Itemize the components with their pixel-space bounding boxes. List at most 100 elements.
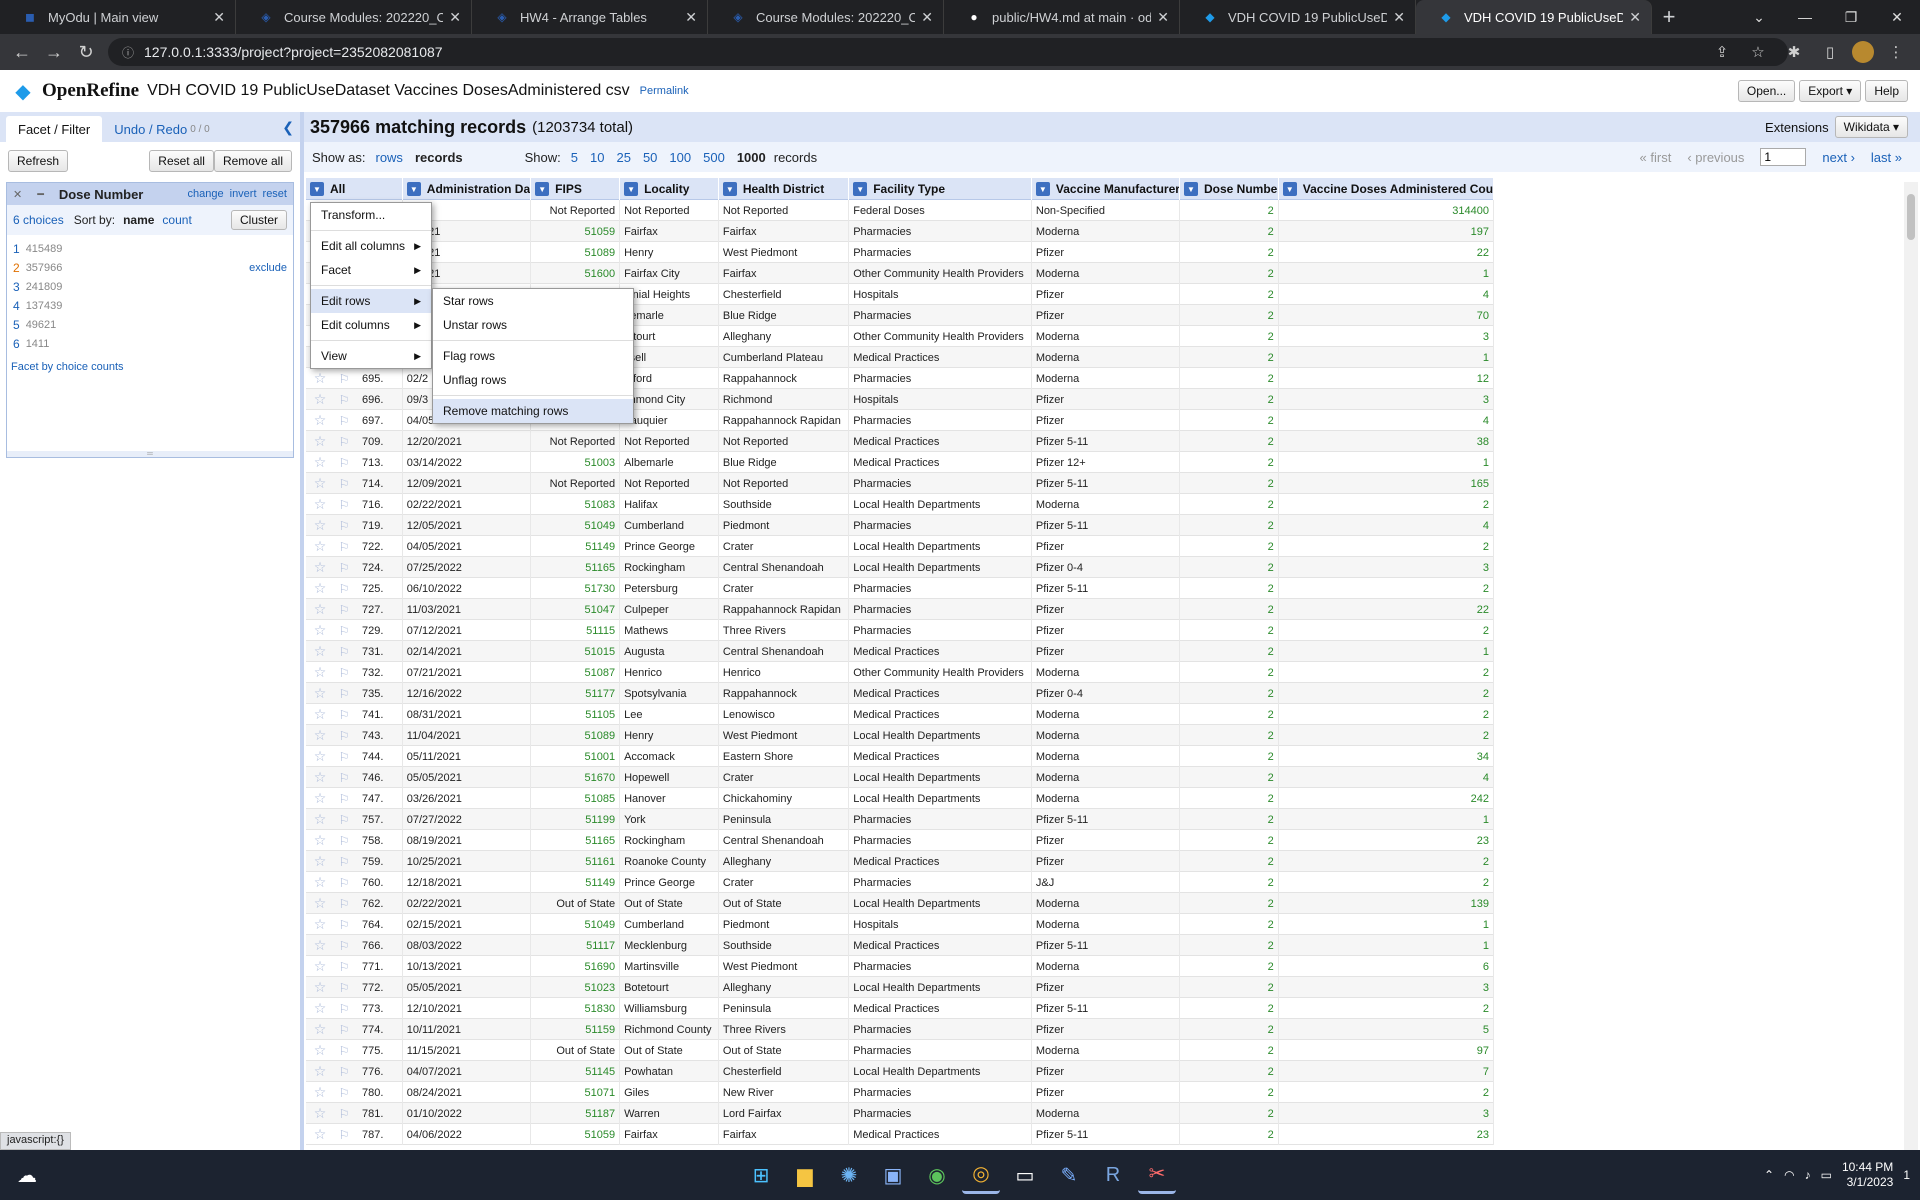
table-cell[interactable]: Medical Practices (849, 641, 1032, 662)
star-icon[interactable]: ☆ (308, 496, 332, 513)
table-cell[interactable]: Medical Practices (849, 431, 1032, 452)
menu-item[interactable]: Edit rows ▶ (311, 289, 431, 313)
table-cell[interactable]: 51830 (531, 998, 621, 1019)
table-cell[interactable]: 3 (1279, 977, 1494, 998)
facet-change-link[interactable]: change (188, 188, 224, 200)
restore-icon[interactable]: ❐ (1828, 0, 1874, 34)
table-cell[interactable]: Pfizer (1032, 242, 1180, 263)
table-cell[interactable]: 2 (1279, 704, 1494, 725)
minimize-icon[interactable]: — (1782, 0, 1828, 34)
table-cell[interactable]: 07/21/2021 (403, 662, 532, 683)
flag-icon[interactable]: ⚐ (332, 624, 356, 638)
flag-icon[interactable]: ⚐ (332, 750, 356, 764)
table-cell[interactable]: Lee (620, 704, 719, 725)
table-cell[interactable]: 51145 (531, 1061, 621, 1082)
table-cell[interactable]: 51087 (531, 662, 621, 683)
flag-icon[interactable]: ⚐ (332, 918, 356, 932)
table-cell[interactable]: J&J (1032, 872, 1180, 893)
table-cell[interactable]: Fairfax (719, 221, 850, 242)
table-cell[interactable]: Moderna (1032, 263, 1180, 284)
star-icon[interactable]: ☆ (308, 559, 332, 576)
close-tab-icon[interactable]: ✕ (921, 9, 933, 26)
table-cell[interactable]: Crater (719, 872, 850, 893)
table-cell[interactable]: Pharmacies (849, 578, 1032, 599)
star-icon[interactable]: ☆ (308, 370, 332, 387)
table-cell[interactable]: Crater (719, 536, 850, 557)
table-cell[interactable]: 2 (1180, 200, 1279, 221)
settings-app-icon[interactable]: ✺ (830, 1156, 868, 1194)
table-cell[interactable]: 23 (1279, 830, 1494, 851)
table-cell[interactable]: Fauquier (620, 410, 719, 431)
flag-icon[interactable]: ⚐ (332, 813, 356, 827)
table-cell[interactable]: Fairfax (719, 263, 850, 284)
table-cell[interactable]: 11/04/2021 (403, 725, 532, 746)
table-cell[interactable]: 2 (1180, 935, 1279, 956)
star-icon[interactable]: ☆ (308, 643, 332, 660)
table-cell[interactable]: 70 (1279, 305, 1494, 326)
table-cell[interactable]: Out of State (531, 1040, 621, 1061)
table-cell[interactable]: 2 (1180, 788, 1279, 809)
table-cell[interactable]: Central Shenandoah (719, 641, 850, 662)
flag-icon[interactable]: ⚐ (332, 771, 356, 785)
widgets-icon[interactable]: ☁ (8, 1156, 46, 1194)
table-cell[interactable]: 2 (1279, 872, 1494, 893)
table-cell[interactable]: 01/10/2022 (403, 1103, 532, 1124)
flag-icon[interactable]: ⚐ (332, 561, 356, 575)
flag-icon[interactable]: ⚐ (332, 981, 356, 995)
table-cell[interactable]: Medical Practices (849, 746, 1032, 767)
column-header[interactable]: ▼ Facility Type (849, 178, 1032, 200)
table-cell[interactable]: Crater (719, 578, 850, 599)
facet-choice-value[interactable]: 5 (13, 318, 20, 332)
table-cell[interactable]: 2 (1279, 725, 1494, 746)
table-cell[interactable]: 51015 (531, 641, 621, 662)
table-cell[interactable]: Not Reported (620, 473, 719, 494)
menu-item[interactable]: Transform... (311, 203, 431, 227)
close-tab-icon[interactable]: ✕ (1629, 9, 1641, 26)
table-cell[interactable]: Pfizer (1032, 536, 1180, 557)
table-cell[interactable]: West Piedmont (719, 242, 850, 263)
table-cell[interactable]: Three Rivers (719, 1019, 850, 1040)
table-cell[interactable]: 51187 (531, 1103, 621, 1124)
column-dropdown-icon[interactable]: ▼ (535, 182, 550, 196)
menu-item[interactable]: Star rows (433, 289, 633, 313)
table-cell[interactable]: 3 (1279, 1103, 1494, 1124)
table-cell[interactable]: Cumberland Plateau (719, 347, 850, 368)
table-cell[interactable]: Local Health Departments (849, 1061, 1032, 1082)
star-icon[interactable]: ☆ (308, 874, 332, 891)
notification-badge[interactable]: 1 (1903, 1168, 1910, 1182)
star-icon[interactable]: ☆ (308, 622, 332, 639)
browser-tab[interactable]: ◆ VDH COVID 19 PublicUseDataset ✕ (1180, 0, 1416, 34)
table-cell[interactable]: Mathews (620, 620, 719, 641)
table-cell[interactable]: 22 (1279, 242, 1494, 263)
table-cell[interactable]: 2 (1180, 578, 1279, 599)
table-cell[interactable]: Pfizer (1032, 599, 1180, 620)
table-cell[interactable]: Federal Doses (849, 200, 1032, 221)
table-cell[interactable]: Hanover (620, 788, 719, 809)
sort-by-name[interactable]: name (123, 213, 154, 227)
table-cell[interactable]: 197 (1279, 221, 1494, 242)
table-cell[interactable]: 51023 (531, 977, 621, 998)
table-cell[interactable]: 05/11/2021 (403, 746, 532, 767)
table-cell[interactable]: Pfizer (1032, 830, 1180, 851)
table-cell[interactable]: Pfizer (1032, 305, 1180, 326)
facet-choice[interactable]: 4 137439 (13, 296, 287, 315)
table-cell[interactable]: Not Reported (719, 200, 850, 221)
table-cell[interactable]: Pfizer 5-11 (1032, 473, 1180, 494)
table-cell[interactable]: 10/25/2021 (403, 851, 532, 872)
table-cell[interactable]: Out of State (719, 1040, 850, 1061)
flag-icon[interactable]: ⚐ (332, 897, 356, 911)
column-dropdown-icon[interactable]: ▼ (1282, 182, 1297, 196)
table-cell[interactable]: 4 (1279, 284, 1494, 305)
table-cell[interactable]: Pfizer (1032, 1082, 1180, 1103)
star-icon[interactable]: ☆ (308, 601, 332, 618)
volume-icon[interactable]: ♪ (1805, 1168, 1811, 1182)
r-app-icon[interactable]: R (1094, 1156, 1132, 1194)
close-tab-icon[interactable]: ✕ (1393, 9, 1405, 26)
battery-icon[interactable]: ▭ (1821, 1168, 1832, 1182)
table-cell[interactable]: 2 (1180, 641, 1279, 662)
show-as-records[interactable]: records (415, 150, 463, 165)
table-cell[interactable]: Rappahannock (719, 368, 850, 389)
table-cell[interactable]: 07/12/2021 (403, 620, 532, 641)
python-icon[interactable]: ✎ (1050, 1156, 1088, 1194)
table-cell[interactable]: Central Shenandoah (719, 830, 850, 851)
